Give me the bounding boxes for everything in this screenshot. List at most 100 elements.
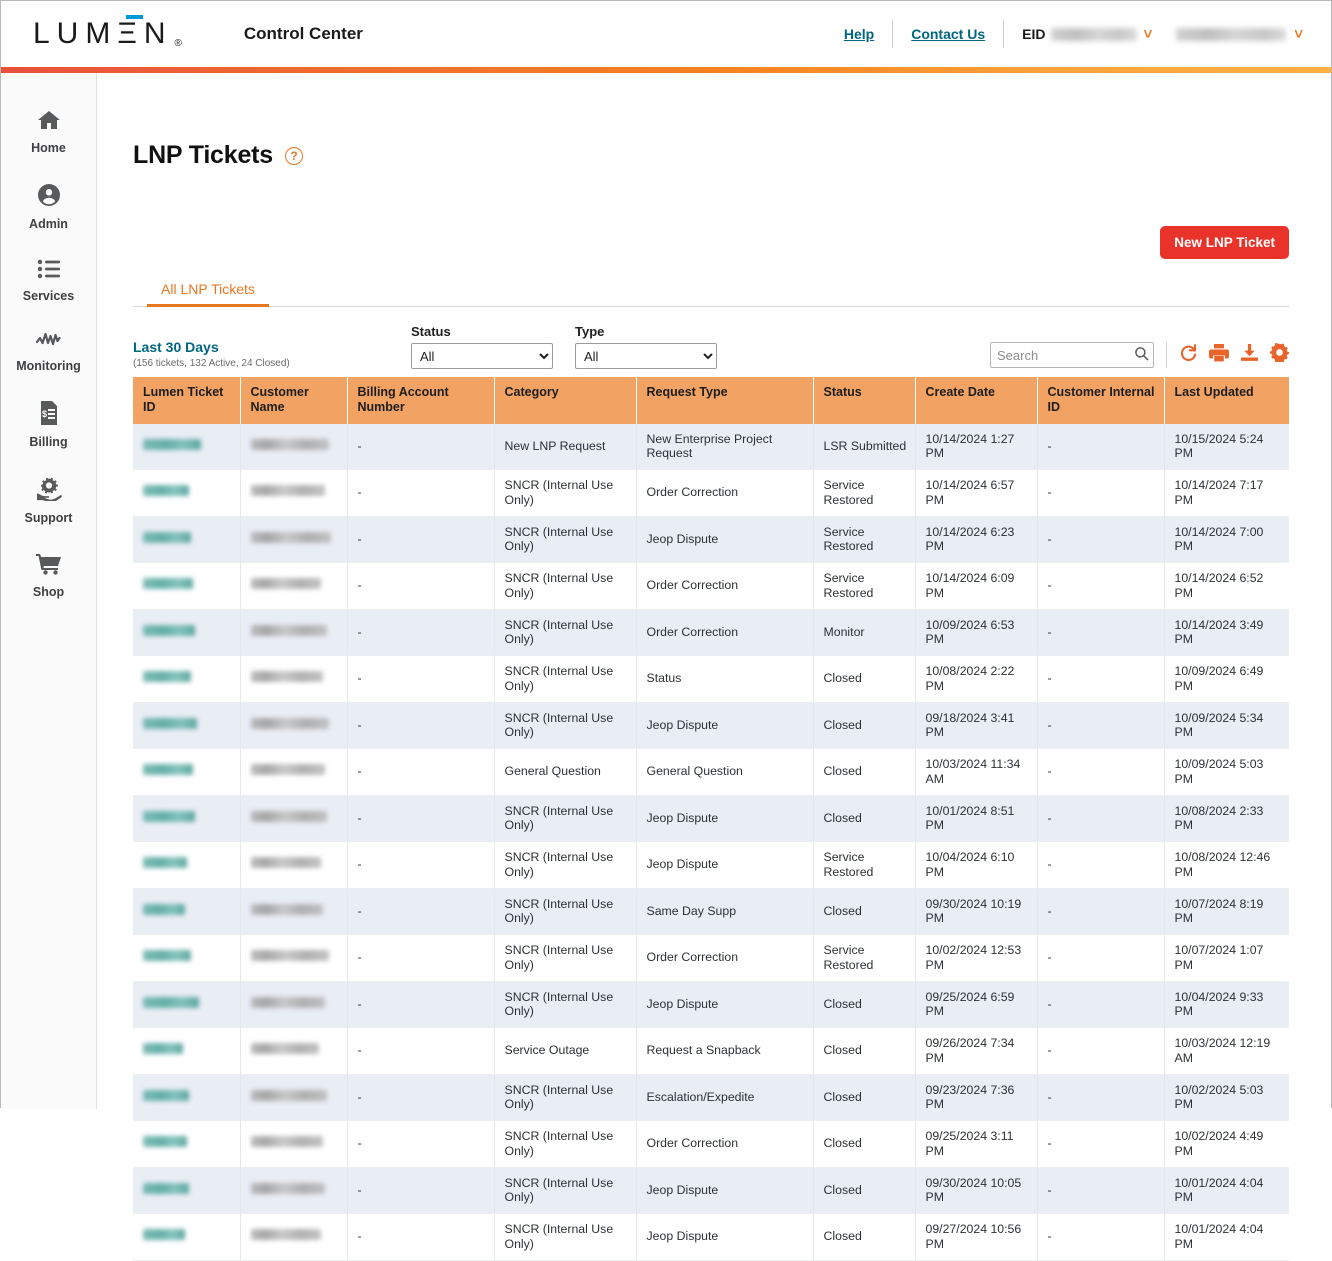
column-header-customer-internal-id[interactable]: Customer Internal ID (1037, 377, 1165, 424)
search-icon[interactable] (1134, 346, 1149, 366)
cell-last-updated: 10/09/2024 5:03 PM (1164, 748, 1289, 796)
cell-last-updated: 10/14/2024 7:00 PM (1164, 516, 1289, 563)
ticket-id-redacted (143, 857, 187, 869)
cell-customer-name (240, 516, 348, 563)
table-row[interactable]: - SNCR (Internal Use Only) Order Correctio… (133, 562, 1289, 610)
cell-lumen-ticket-id[interactable] (133, 423, 241, 470)
column-header-request-type[interactable]: Request Type (636, 377, 814, 424)
chevron-down-icon[interactable]: ˅ (1143, 27, 1152, 42)
cell-status: Closed (813, 795, 916, 842)
cell-lumen-ticket-id[interactable] (133, 1027, 241, 1075)
main-sidebar: Home Admin Services Monitoring $ Billing… (1, 73, 97, 1109)
cell-request-type: Jeop Dispute (636, 841, 814, 889)
table-row[interactable]: - SNCR (Internal Use Only) Order Correctio… (133, 934, 1289, 982)
table-row[interactable]: - SNCR (Internal Use Only) Jeop Dispute Clo… (133, 795, 1289, 842)
cell-create-date: 10/09/2024 6:53 PM (915, 609, 1038, 656)
cell-lumen-ticket-id[interactable] (133, 981, 241, 1028)
account-selector[interactable]: ˅ (1162, 27, 1307, 42)
refresh-icon[interactable] (1179, 343, 1198, 367)
column-header-billing-account-number[interactable]: Billing Account Number (347, 377, 495, 424)
lumen-logo[interactable]: LUMΞN ® (33, 15, 182, 49)
ticket-id-redacted (143, 1136, 187, 1148)
sidebar-item-shop[interactable]: Shop (1, 539, 96, 613)
chevron-down-icon[interactable]: ˅ (1294, 27, 1303, 42)
table-row[interactable]: - SNCR (Internal Use Only) Order Correctio… (133, 1120, 1289, 1168)
cell-last-updated: 10/08/2024 12:46 PM (1164, 841, 1289, 889)
column-header-lumen-ticket-id[interactable]: Lumen Ticket ID (133, 377, 241, 424)
download-icon[interactable] (1240, 343, 1259, 367)
cell-create-date: 10/02/2024 12:53 PM (915, 934, 1038, 982)
cell-lumen-ticket-id[interactable] (133, 702, 241, 749)
tab-all-lnp-tickets[interactable]: All LNP Tickets (147, 273, 269, 307)
table-row[interactable]: - SNCR (Internal Use Only) Jeop Dispute Ser… (133, 516, 1289, 563)
column-header-category[interactable]: Category (494, 377, 637, 424)
table-row[interactable]: - New LNP Request New Enterprise Project R… (133, 423, 1289, 470)
table-row[interactable]: - Service Outage Request a Snapback Closed 0… (133, 1027, 1289, 1075)
cell-lumen-ticket-id[interactable] (133, 1213, 241, 1261)
type-filter-group: Type All (575, 324, 717, 369)
type-filter-select[interactable]: All (575, 343, 717, 369)
sidebar-item-support[interactable]: Support (1, 463, 96, 539)
column-header-status[interactable]: Status (813, 377, 916, 424)
cell-lumen-ticket-id[interactable] (133, 1074, 241, 1121)
table-row[interactable]: - SNCR (Internal Use Only) Jeop Dispute Ser… (133, 841, 1289, 889)
user-circle-icon (37, 183, 61, 212)
cell-lumen-ticket-id[interactable] (133, 841, 241, 889)
cell-request-type: Jeop Dispute (636, 1167, 814, 1214)
cell-lumen-ticket-id[interactable] (133, 562, 241, 610)
table-row[interactable]: - SNCR (Internal Use Only) Jeop Dispute Clo… (133, 1213, 1289, 1261)
table-row[interactable]: - SNCR (Internal Use Only) Same Day Supp Cl… (133, 888, 1289, 935)
help-circle-icon[interactable]: ? (285, 146, 303, 165)
cell-request-type: Order Correction (636, 1120, 814, 1168)
table-row[interactable]: - SNCR (Internal Use Only) Escalation/Expe… (133, 1074, 1289, 1121)
cell-lumen-ticket-id[interactable] (133, 1120, 241, 1168)
contact-us-link[interactable]: Contact Us (893, 26, 1003, 42)
sidebar-item-monitoring[interactable]: Monitoring (1, 317, 96, 387)
cell-lumen-ticket-id[interactable] (133, 934, 241, 982)
cell-create-date: 09/25/2024 6:59 PM (915, 981, 1038, 1028)
cell-customer-internal-id: - (1037, 1027, 1165, 1075)
cell-lumen-ticket-id[interactable] (133, 748, 241, 796)
cell-category: SNCR (Internal Use Only) (494, 702, 637, 749)
cell-category: SNCR (Internal Use Only) (494, 934, 637, 982)
column-header-create-date[interactable]: Create Date (915, 377, 1038, 424)
status-filter-select[interactable]: All (411, 343, 553, 369)
customer-name-redacted (250, 1089, 327, 1101)
column-header-last-updated[interactable]: Last Updated (1164, 377, 1289, 424)
table-row[interactable]: - General Question General Question Closed 1… (133, 748, 1289, 796)
cell-customer-internal-id: - (1037, 562, 1165, 610)
cell-lumen-ticket-id[interactable] (133, 888, 241, 935)
print-icon[interactable] (1209, 343, 1229, 367)
search-input[interactable] (990, 342, 1154, 368)
help-link[interactable]: Help (826, 26, 892, 42)
cell-category: SNCR (Internal Use Only) (494, 795, 637, 842)
date-range-link[interactable]: Last 30 Days (133, 339, 411, 355)
sidebar-item-home[interactable]: Home (1, 95, 96, 169)
cell-lumen-ticket-id[interactable] (133, 516, 241, 563)
new-lnp-ticket-button[interactable]: New LNP Ticket (1160, 226, 1289, 259)
cell-lumen-ticket-id[interactable] (133, 1167, 241, 1214)
sidebar-item-services[interactable]: Services (1, 245, 96, 317)
table-row[interactable]: - SNCR (Internal Use Only) Jeop Dispute Clo… (133, 702, 1289, 749)
settings-gear-icon[interactable] (1270, 342, 1289, 367)
table-row[interactable]: - SNCR (Internal Use Only) Jeop Dispute Clo… (133, 1167, 1289, 1214)
cell-last-updated: 10/09/2024 5:34 PM (1164, 702, 1289, 749)
column-header-customer-name[interactable]: Customer Name (240, 377, 348, 424)
cell-lumen-ticket-id[interactable] (133, 655, 241, 703)
status-filter-label: Status (411, 324, 451, 339)
cell-billing-account-number: - (347, 748, 495, 796)
table-row[interactable]: - SNCR (Internal Use Only) Order Correctio… (133, 469, 1289, 517)
cell-lumen-ticket-id[interactable] (133, 469, 241, 517)
table-row[interactable]: - SNCR (Internal Use Only) Jeop Dispute Clo… (133, 981, 1289, 1028)
cell-lumen-ticket-id[interactable] (133, 609, 241, 656)
table-row[interactable]: - SNCR (Internal Use Only) Status Closed 10/… (133, 655, 1289, 703)
cell-billing-account-number: - (347, 609, 495, 656)
cell-lumen-ticket-id[interactable] (133, 795, 241, 842)
cell-customer-name (240, 1074, 348, 1121)
sidebar-item-admin[interactable]: Admin (1, 169, 96, 245)
table-row[interactable]: - SNCR (Internal Use Only) Order Correctio… (133, 609, 1289, 656)
cell-category: SNCR (Internal Use Only) (494, 609, 637, 656)
sidebar-item-billing[interactable]: $ Billing (1, 387, 96, 463)
cell-customer-name (240, 1120, 348, 1168)
eid-selector[interactable]: EID ˅ (1004, 26, 1162, 42)
